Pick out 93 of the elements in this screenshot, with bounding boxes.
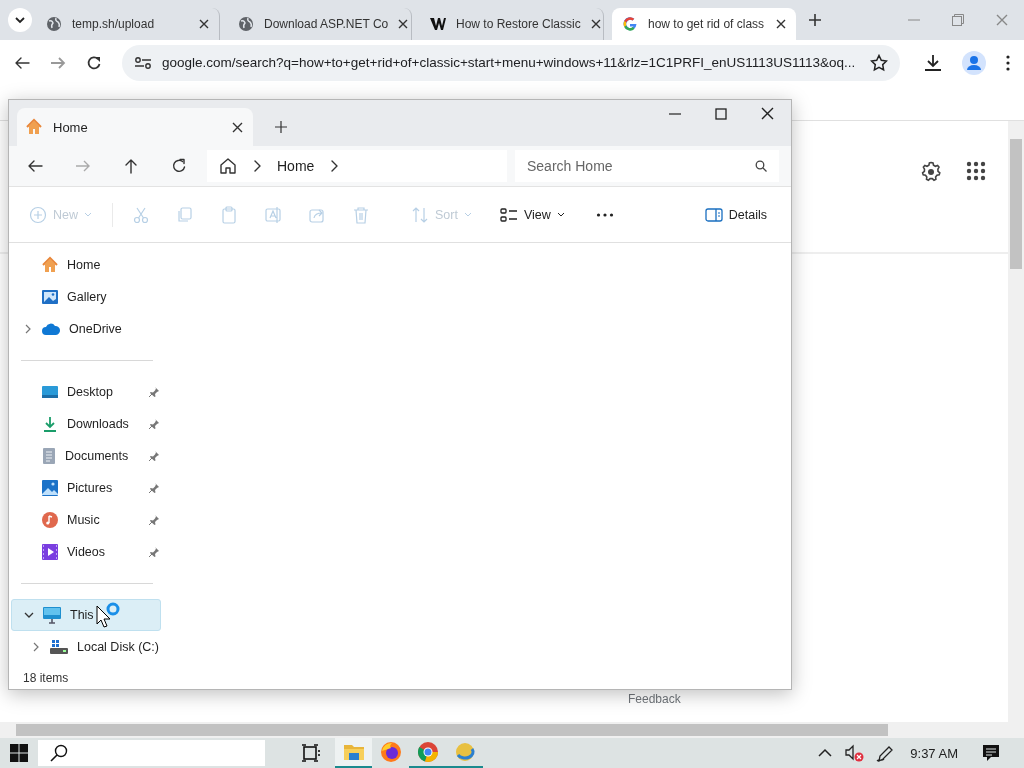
cloud-icon bbox=[41, 322, 61, 336]
profile-icon[interactable] bbox=[962, 51, 986, 75]
up-icon[interactable] bbox=[123, 158, 139, 174]
close-tab-icon[interactable] bbox=[398, 19, 409, 29]
menu-icon[interactable] bbox=[1006, 55, 1010, 71]
expand-chevron-icon[interactable] bbox=[31, 642, 41, 652]
sidebar-item[interactable]: Videos bbox=[11, 536, 161, 568]
site-info-icon[interactable] bbox=[134, 56, 152, 70]
windows-start-icon[interactable] bbox=[10, 744, 28, 762]
sidebar-item[interactable]: This bbox=[11, 599, 161, 631]
pin-icon bbox=[148, 547, 159, 557]
home-icon bbox=[25, 118, 43, 136]
forward-icon[interactable] bbox=[50, 55, 66, 71]
vertical-scrollbar[interactable] bbox=[1008, 121, 1024, 738]
pin-icon bbox=[148, 515, 159, 525]
sidebar-item[interactable]: Pictures bbox=[11, 472, 161, 504]
document-icon bbox=[41, 447, 57, 465]
search-icon bbox=[50, 744, 68, 762]
breadcrumb-item[interactable]: Home bbox=[277, 158, 315, 174]
url-text: google.com/search?q=how+to+get+rid+of+classic+start+menu+windows+11&rlz=1C1PRFI_enUS1113US1113&oq... bbox=[162, 54, 857, 72]
taskbar-search-field[interactable] bbox=[38, 740, 265, 766]
horizontal-scrollbar[interactable] bbox=[0, 722, 1008, 738]
show-hidden-icons-chevron[interactable] bbox=[818, 748, 833, 758]
sidebar-item[interactable]: Documents bbox=[11, 440, 161, 472]
pen-icon[interactable] bbox=[876, 744, 895, 762]
restore-icon[interactable] bbox=[952, 14, 964, 26]
w-logo-icon bbox=[430, 16, 446, 32]
muted-speaker-icon[interactable] bbox=[844, 744, 865, 762]
details-button[interactable]: Details bbox=[696, 198, 775, 231]
sidebar-item[interactable]: OneDrive bbox=[11, 313, 161, 345]
sidebar-item[interactable]: Gallery bbox=[11, 281, 161, 313]
computer-icon bbox=[42, 606, 62, 624]
address-bar[interactable]: Home bbox=[207, 150, 507, 182]
explorer-tab[interactable]: Home bbox=[17, 108, 253, 146]
expand-chevron-icon[interactable] bbox=[23, 324, 33, 334]
maximize-icon[interactable] bbox=[715, 108, 727, 120]
search-field[interactable]: Search Home bbox=[515, 150, 779, 182]
globe-icon bbox=[238, 16, 254, 32]
bookmark-star-icon[interactable] bbox=[870, 54, 888, 72]
task-view-icon[interactable] bbox=[301, 744, 321, 762]
apps-grid-icon[interactable] bbox=[966, 161, 986, 181]
reload-icon[interactable] bbox=[86, 55, 102, 71]
close-tab-icon[interactable] bbox=[232, 121, 243, 133]
caret-icon bbox=[463, 211, 472, 218]
desktop-icon bbox=[41, 384, 59, 400]
home-outline-icon bbox=[219, 157, 237, 175]
back-icon[interactable] bbox=[14, 55, 30, 71]
caret-icon bbox=[84, 211, 92, 218]
pin-icon bbox=[148, 483, 159, 493]
download-icon bbox=[41, 415, 59, 433]
gallery-icon bbox=[41, 288, 59, 306]
tab-list-button[interactable] bbox=[8, 8, 32, 32]
firefox-icon bbox=[379, 741, 402, 763]
clock-text: 9:37 AM bbox=[910, 745, 958, 761]
pin-icon bbox=[148, 419, 159, 429]
settings-icon[interactable] bbox=[920, 161, 942, 183]
chevron-icon bbox=[330, 160, 339, 172]
collapse-chevron-icon[interactable] bbox=[24, 610, 34, 620]
sidebar-item[interactable]: Home bbox=[11, 249, 161, 281]
new-tab-icon[interactable] bbox=[808, 13, 822, 27]
browser-tab[interactable]: how to get rid of class bbox=[612, 8, 796, 40]
search-icon[interactable] bbox=[755, 160, 767, 172]
address-bar[interactable]: google.com/search?q=how+to+get+rid+of+classic+start+menu+windows+11&rlz=1C1PRFI_enUS1113US1113&oq... bbox=[122, 45, 900, 81]
refresh-icon[interactable] bbox=[171, 158, 187, 174]
sidebar-item[interactable]: Desktop bbox=[11, 376, 161, 408]
item-count: 18 items bbox=[23, 671, 69, 685]
music-icon bbox=[41, 511, 59, 529]
sidebar-item[interactable]: Downloads bbox=[11, 408, 161, 440]
sidebar-item[interactable]: Music bbox=[11, 504, 161, 536]
feedback-link[interactable]: Feedback bbox=[628, 692, 681, 706]
close-tab-icon[interactable] bbox=[776, 19, 786, 29]
pin-icon bbox=[148, 451, 159, 461]
pictures-icon bbox=[41, 479, 59, 497]
notifications-icon[interactable] bbox=[982, 744, 1000, 762]
taskbar-app-button[interactable] bbox=[335, 738, 372, 768]
caret-icon bbox=[556, 211, 565, 218]
g-logo-icon bbox=[622, 16, 638, 32]
close-window-icon[interactable] bbox=[761, 107, 774, 120]
chevron-icon bbox=[253, 160, 261, 172]
back-icon[interactable] bbox=[27, 158, 43, 174]
download-icon[interactable] bbox=[924, 54, 942, 72]
pin-icon bbox=[148, 387, 159, 397]
home-icon bbox=[41, 256, 59, 274]
drive-icon bbox=[49, 639, 69, 655]
sidebar-item[interactable]: Local Disk (C:) bbox=[11, 631, 161, 663]
new-tab-icon[interactable] bbox=[275, 121, 287, 133]
app-icon bbox=[453, 741, 476, 763]
chrome-icon bbox=[416, 741, 439, 763]
globe-icon bbox=[46, 16, 62, 32]
view-button[interactable]: View bbox=[491, 198, 573, 231]
close-tab-icon[interactable] bbox=[590, 19, 601, 29]
video-icon bbox=[41, 543, 59, 561]
close-tab-icon[interactable] bbox=[199, 19, 209, 29]
